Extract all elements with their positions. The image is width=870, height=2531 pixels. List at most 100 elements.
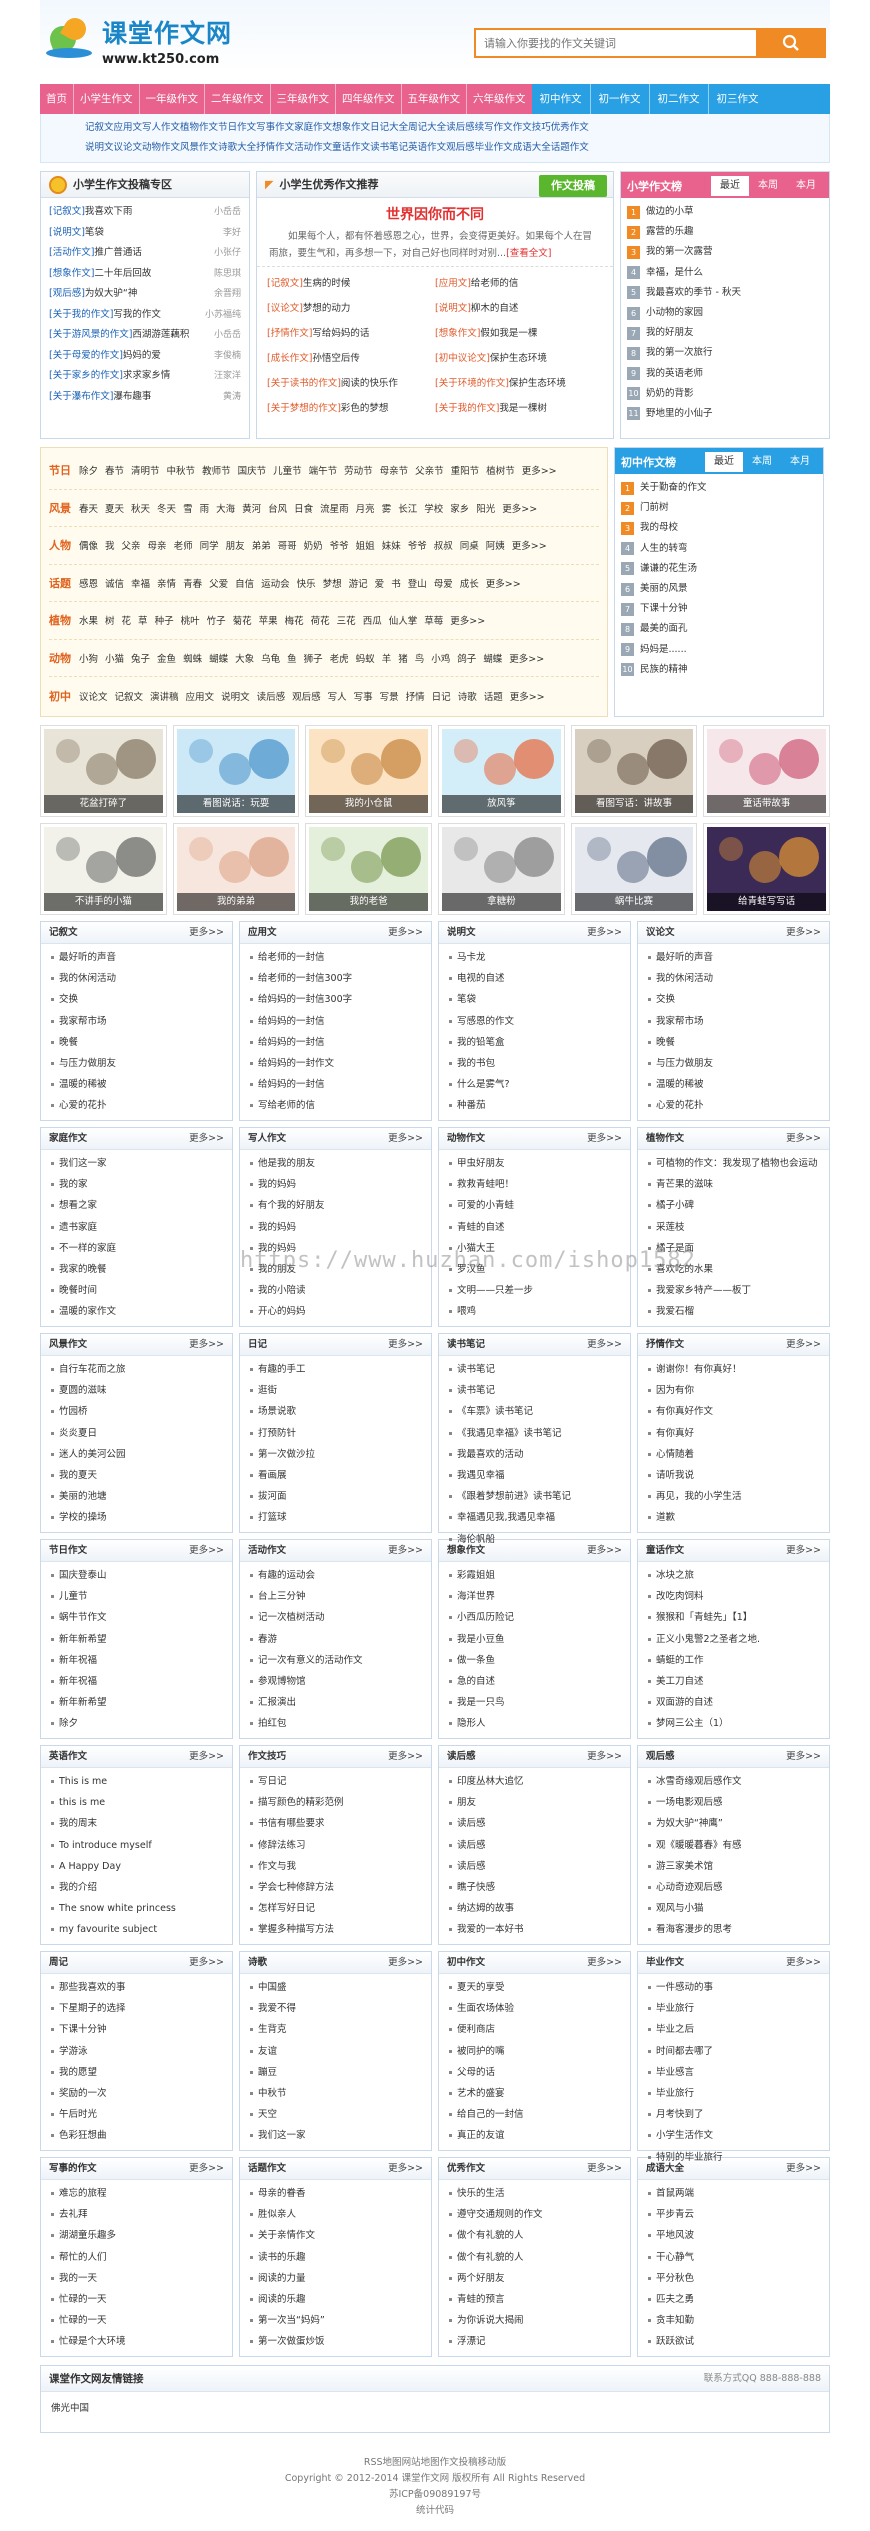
- tag-word[interactable]: 日食: [294, 501, 313, 515]
- list-item[interactable]: [关于我的作文]我是一棵树: [435, 396, 603, 421]
- category-item[interactable]: 做个有礼貌的人: [447, 2247, 622, 2268]
- category-item[interactable]: 读后感: [447, 1856, 622, 1877]
- list-item[interactable]: [关于游风景的作文]西湖游莲藕积 小岳岳: [49, 325, 241, 346]
- category-item[interactable]: 给老师的一封信300字: [248, 968, 423, 989]
- category-item[interactable]: 毕业感言: [646, 2062, 821, 2083]
- friend-link[interactable]: 佛光中国: [51, 2403, 89, 2414]
- category-tag[interactable]: [说明文]: [49, 227, 85, 238]
- category-item[interactable]: 冰雪奇缘观后感作文: [646, 1771, 821, 1792]
- category-item[interactable]: 我的妈妈: [248, 1174, 423, 1195]
- tag-word[interactable]: 更多>>: [522, 463, 557, 477]
- category-item[interactable]: 台上三分钟: [248, 1586, 423, 1607]
- picture-caption[interactable]: 蜗牛比赛: [574, 893, 694, 911]
- category-item[interactable]: 炎炎夏日: [49, 1423, 224, 1444]
- category-item[interactable]: 蹦豆: [248, 2062, 423, 2083]
- tag-word[interactable]: 花: [122, 613, 132, 627]
- tag-word[interactable]: 仙人掌: [389, 613, 418, 627]
- category-item[interactable]: 我的书包: [447, 1053, 622, 1074]
- category-item[interactable]: 忙碌的一天: [49, 2289, 224, 2310]
- category-item[interactable]: 我的妈妈: [248, 1217, 423, 1238]
- tag-word[interactable]: 母亲: [148, 538, 167, 552]
- category-item[interactable]: 青蛙的预言: [447, 2289, 622, 2310]
- category-item[interactable]: 给妈妈的一封信300字: [248, 989, 423, 1010]
- category-item[interactable]: 自行车花而之旅: [49, 1359, 224, 1380]
- category-item[interactable]: 梦网三公主（1）: [646, 1713, 821, 1734]
- category-item[interactable]: 阅读的乐趣: [248, 2289, 423, 2310]
- category-item[interactable]: 交换: [49, 989, 224, 1010]
- category-item[interactable]: 有你真好: [646, 1423, 821, 1444]
- category-item[interactable]: 打预防针: [248, 1423, 423, 1444]
- essay-title[interactable]: 瀑布趣事: [113, 391, 151, 402]
- more-link[interactable]: 更多>>: [189, 1128, 224, 1149]
- category-tag[interactable]: [初中议论文]: [435, 353, 490, 364]
- category-item[interactable]: 心动奇迹观后感: [646, 1877, 821, 1898]
- essay-title[interactable]: 写给妈妈的话: [312, 328, 369, 339]
- category-item[interactable]: 甲虫好朋友: [447, 1153, 622, 1174]
- category-item[interactable]: 我最喜欢的活动: [447, 1444, 622, 1465]
- rank-item[interactable]: 7 下课十分钟: [621, 599, 817, 619]
- category-item[interactable]: This is me: [49, 1771, 224, 1792]
- tag-word[interactable]: 老虎: [330, 651, 349, 665]
- picture-card[interactable]: 看图说话：玩耍: [172, 725, 300, 817]
- category-item[interactable]: 正义小鬼警2之圣者之地.: [646, 1629, 821, 1650]
- category-title[interactable]: 话题作文: [248, 2158, 286, 2179]
- category-item[interactable]: 友谊: [248, 2041, 423, 2062]
- tag-word[interactable]: 爷爷: [408, 538, 427, 552]
- tag-word[interactable]: 学校: [424, 501, 443, 515]
- tag-word[interactable]: 说明文: [221, 689, 250, 703]
- tag-word[interactable]: 鸽子: [457, 651, 476, 665]
- category-item[interactable]: 父母的话: [447, 2062, 622, 2083]
- category-title[interactable]: 童话作文: [646, 1540, 684, 1561]
- category-title[interactable]: 诗歌: [248, 1952, 267, 1973]
- category-item[interactable]: 橘子小碑: [646, 1195, 821, 1216]
- tag-word[interactable]: 兔子: [131, 651, 150, 665]
- category-item[interactable]: 书信有哪些要求: [248, 1813, 423, 1834]
- category-title[interactable]: 写人作文: [248, 1128, 286, 1149]
- category-item[interactable]: 新年祝福: [49, 1671, 224, 1692]
- list-item[interactable]: [关于读书的作文]阅读的快乐作: [267, 371, 435, 396]
- category-title[interactable]: 家庭作文: [49, 1128, 87, 1149]
- tag-word[interactable]: 清明节: [131, 463, 160, 477]
- category-item[interactable]: 母亲的眷香: [248, 2183, 423, 2204]
- category-item[interactable]: 夏圆的滋味: [49, 1380, 224, 1401]
- category-item[interactable]: 我是一只鸟: [447, 1692, 622, 1713]
- category-item[interactable]: 学会七种修辞方法: [248, 1877, 423, 1898]
- tag-word[interactable]: 猪: [398, 651, 408, 665]
- icp-number[interactable]: 苏ICP备09089197号: [40, 2487, 830, 2503]
- category-item[interactable]: 迷人的美河公园: [49, 1444, 224, 1465]
- category-item[interactable]: 夏天的享受: [447, 1977, 622, 1998]
- essay-title[interactable]: 保护生态环境: [509, 378, 566, 389]
- category-item[interactable]: 作文与我: [248, 1856, 423, 1877]
- tag-word[interactable]: 草莓: [424, 613, 443, 627]
- category-item[interactable]: 因为有你: [646, 1380, 821, 1401]
- category-item[interactable]: 儿童节: [49, 1586, 224, 1607]
- subnav-link[interactable]: 议论文: [114, 138, 143, 158]
- subnav-link[interactable]: 优秀作文: [551, 118, 589, 138]
- picture-caption[interactable]: 我的弟弟: [176, 893, 296, 911]
- rank-item[interactable]: 1 关于勤奋的作文: [621, 478, 817, 498]
- tag-word[interactable]: 狮子: [304, 651, 323, 665]
- rank-tab[interactable]: 本月: [781, 452, 819, 472]
- category-item[interactable]: 那些我喜欢的事: [49, 1977, 224, 1998]
- tag-group-label[interactable]: 风景: [49, 500, 71, 516]
- subnav-link[interactable]: 成语大全: [513, 138, 551, 158]
- tag-word[interactable]: 种子: [155, 613, 174, 627]
- category-item[interactable]: 新年新希望: [49, 1692, 224, 1713]
- picture-card[interactable]: 童话带故事: [703, 725, 830, 817]
- rank-item[interactable]: 8 我的第一次旅行: [627, 343, 823, 363]
- category-item[interactable]: 阅读的力量: [248, 2268, 423, 2289]
- category-item[interactable]: 观《暖暖暮春》有感: [646, 1835, 821, 1856]
- list-item[interactable]: [抒情作文]写给妈妈的话: [267, 321, 435, 346]
- category-tag[interactable]: [关于家乡的作文]: [49, 370, 123, 381]
- tag-word[interactable]: 我: [105, 538, 115, 552]
- tag-word[interactable]: 自信: [235, 576, 254, 590]
- essay-title[interactable]: 梦想的动力: [303, 303, 351, 314]
- category-title[interactable]: 读书笔记: [447, 1334, 485, 1355]
- essay-title[interactable]: 推广普通话: [94, 247, 142, 258]
- picture-caption[interactable]: 我的老爸: [309, 893, 428, 911]
- category-item[interactable]: 读后感: [447, 1813, 622, 1834]
- category-item[interactable]: 真正的友谊: [447, 2125, 622, 2146]
- category-item[interactable]: 做一条鱼: [447, 1650, 622, 1671]
- tag-word[interactable]: 日记: [432, 689, 451, 703]
- nav-item[interactable]: 一年级作文: [138, 84, 205, 114]
